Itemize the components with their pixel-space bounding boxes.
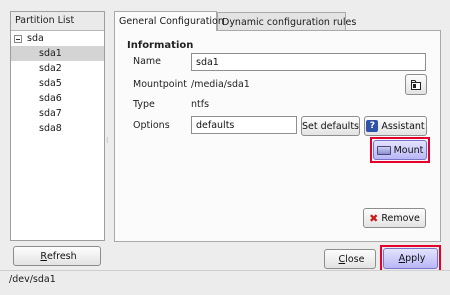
- remove-button[interactable]: ✖ Remove: [363, 208, 426, 228]
- options-label: Options: [133, 120, 170, 131]
- options-field[interactable]: [191, 116, 297, 134]
- remove-icon: ✖: [369, 211, 379, 225]
- apply-button[interactable]: Apply: [383, 248, 438, 269]
- close-button[interactable]: Close: [324, 249, 376, 269]
- pane-splitter-handle[interactable]: ⁝: [106, 136, 109, 145]
- mountpoint-label: Mountpoint: [133, 79, 188, 90]
- close-label-mnemonic: C: [338, 253, 346, 265]
- tree-item-label: sda1: [39, 48, 62, 59]
- tree-item-sda6[interactable]: sda6: [11, 91, 104, 106]
- tree-item-label: sda8: [39, 123, 62, 134]
- remove-label: Remove: [381, 212, 420, 224]
- status-text: /dev/sda1: [9, 274, 56, 285]
- tree-item-sda7[interactable]: sda7: [11, 106, 104, 121]
- tree-item-sda1[interactable]: sda1: [11, 46, 104, 61]
- folder-open-icon: [411, 79, 421, 90]
- close-label-rest: lose: [345, 253, 365, 265]
- status-bar: /dev/sda1: [0, 270, 450, 295]
- refresh-button[interactable]: Refresh: [13, 246, 101, 266]
- tree-item-label: sda7: [39, 108, 62, 119]
- refresh-label-mnemonic: R: [40, 250, 47, 262]
- collapse-toggle-icon[interactable]: [14, 35, 22, 43]
- mount-button[interactable]: Mount: [373, 140, 427, 160]
- general-configuration-panel: Information Name Mountpoint /media/sda1 …: [114, 30, 441, 242]
- tree-item-label: sda6: [39, 93, 62, 104]
- tree-item-sda5[interactable]: sda5: [11, 76, 104, 91]
- help-icon: ?: [366, 120, 379, 132]
- name-field[interactable]: [191, 53, 426, 71]
- mountpoint-value: /media/sda1: [191, 79, 250, 90]
- partition-list-header: Partition List: [11, 12, 104, 31]
- information-heading: Information: [127, 40, 194, 51]
- set-defaults-button[interactable]: Set defaults: [301, 116, 360, 136]
- refresh-label-rest: efresh: [46, 250, 77, 262]
- drive-icon: [376, 145, 391, 155]
- name-label: Name: [133, 56, 162, 67]
- tab-general-configuration[interactable]: General Configuration: [114, 11, 224, 31]
- tree-item-sda[interactable]: sda: [11, 31, 104, 46]
- tree-item-sda8[interactable]: sda8: [11, 121, 104, 136]
- browse-folder-button[interactable]: [405, 74, 427, 95]
- tree-item-label: sda: [27, 33, 44, 44]
- assistant-label: Assistant: [381, 120, 425, 132]
- mount-label: Mount: [393, 144, 424, 156]
- apply-label-rest: pply: [405, 253, 426, 264]
- type-label: Type: [133, 99, 155, 110]
- type-value: ntfs: [191, 99, 210, 110]
- tab-dynamic-configuration-rules[interactable]: Dynamic configuration rules: [217, 12, 356, 31]
- tree-item-sda2[interactable]: sda2: [11, 61, 104, 76]
- tree-item-label: sda2: [39, 63, 62, 74]
- assistant-button[interactable]: ? Assistant: [364, 116, 427, 136]
- partition-list: Partition List sda sda1 sda2 sda5 sda6 s…: [10, 11, 105, 241]
- tree-item-label: sda5: [39, 78, 62, 89]
